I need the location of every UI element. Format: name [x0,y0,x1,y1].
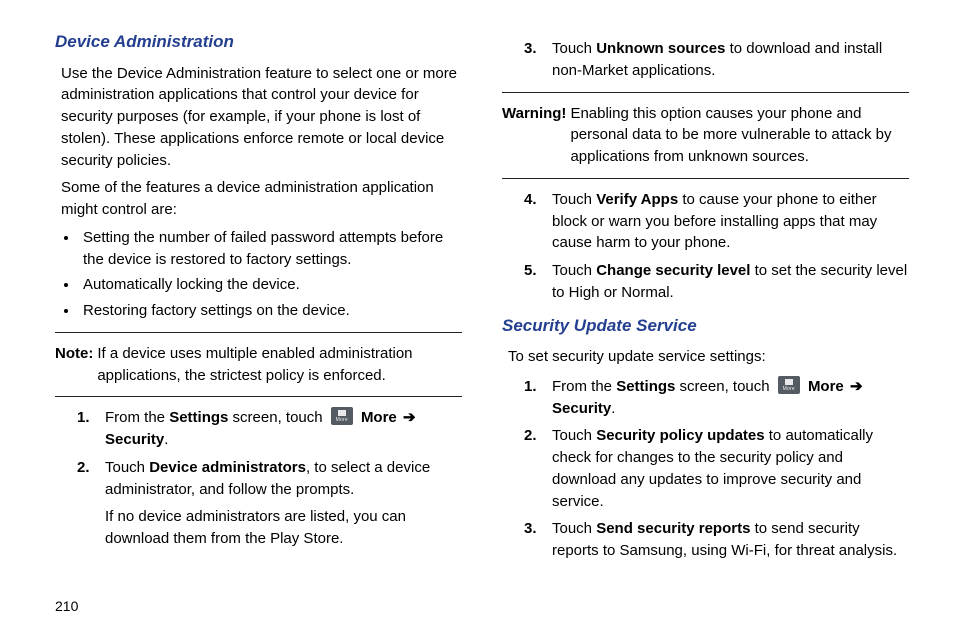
divider [502,178,909,179]
note-body: If a device uses multiple enabled admini… [97,343,462,387]
bold-device-admins: Device administrators [149,459,306,476]
more-icon [778,376,800,394]
two-column-layout: Device Administration Use the Device Adm… [55,30,909,572]
bold-unknown-sources: Unknown sources [596,40,725,57]
warning-body: Enabling this option causes your phone a… [570,103,909,168]
more-icon [331,407,353,425]
paragraph: Some of the features a device administra… [61,177,462,221]
text: Touch [552,40,596,57]
section-heading-device-admin: Device Administration [55,30,462,55]
bold-change-sec-level: Change security level [596,262,750,279]
step-2: Touch Device administrators, to select a… [77,457,462,550]
b-step-3: Touch Send security reports to send secu… [524,518,909,562]
text: From the [105,409,169,426]
text: Touch [552,427,596,444]
bold-more: More [808,378,844,395]
bullet-item: Restoring factory settings on the device… [79,300,462,322]
text: . [611,400,615,417]
divider [55,332,462,333]
step-1: From the Settings screen, touch More ➔ S… [77,407,462,451]
bold-settings: Settings [169,409,228,426]
right-column: Touch Unknown sources to download and in… [502,30,909,572]
steps-list-b: From the Settings screen, touch More ➔ S… [524,376,909,562]
step-5: Touch Change security level to set the s… [524,260,909,304]
text: . [164,431,168,448]
bold-security: Security [105,431,164,448]
text: Touch [552,262,596,279]
divider [55,396,462,397]
step-2-sub: If no device administrators are listed, … [105,506,462,550]
text: From the [552,378,616,395]
step-4: Touch Verify Apps to cause your phone to… [524,189,909,254]
bullet-item: Automatically locking the device. [79,274,462,296]
steps-list-a-cont: Touch Unknown sources to download and in… [524,38,909,82]
text: Touch [552,191,596,208]
note-label: Note: [55,343,93,387]
arrow-icon: ➔ [850,378,863,395]
bold-more: More [361,409,397,426]
step-3: Touch Unknown sources to download and in… [524,38,909,82]
bullet-item: Setting the number of failed password at… [79,227,462,271]
left-column: Device Administration Use the Device Adm… [55,30,462,572]
section-heading-security-update: Security Update Service [502,314,909,339]
warning-block: Warning! Enabling this option causes you… [502,103,909,168]
bold-security: Security [552,400,611,417]
bold-sec-policy-updates: Security policy updates [596,427,764,444]
text: screen, touch [228,409,326,426]
text: Touch [105,459,149,476]
note-block: Note: If a device uses multiple enabled … [55,343,462,387]
text: screen, touch [675,378,773,395]
bold-send-sec-reports: Send security reports [596,520,750,537]
bold-settings: Settings [616,378,675,395]
paragraph: To set security update service settings: [508,346,909,368]
bold-verify-apps: Verify Apps [596,191,678,208]
warning-label: Warning! [502,103,566,168]
steps-list-a: From the Settings screen, touch More ➔ S… [77,407,462,550]
page-number: 210 [55,596,78,616]
b-step-2: Touch Security policy updates to automat… [524,425,909,512]
text: Touch [552,520,596,537]
b-step-1: From the Settings screen, touch More ➔ S… [524,376,909,420]
arrow-icon: ➔ [403,409,416,426]
steps-list-a-cont2: Touch Verify Apps to cause your phone to… [524,189,909,304]
paragraph: Use the Device Administration feature to… [61,63,462,172]
feature-bullets: Setting the number of failed password at… [79,227,462,322]
divider [502,92,909,93]
